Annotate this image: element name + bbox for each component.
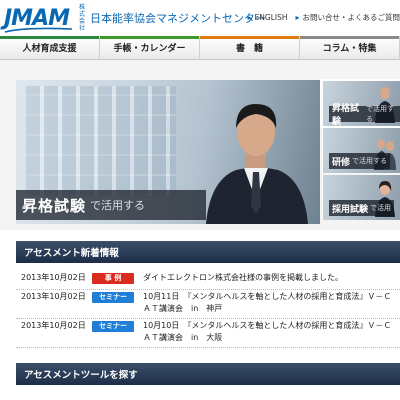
- arrow-right-icon: ▸: [247, 13, 252, 22]
- news-item[interactable]: 2013年10月02日 セミナー 10月11日 『メンタルヘルスを軸とした人材の…: [16, 291, 400, 319]
- hero-tile-promotion-exam[interactable]: 昇格試験 で活用する: [320, 79, 400, 128]
- hero-tile-light: で活用する: [352, 157, 388, 165]
- nav-tab-accent: [100, 36, 199, 39]
- hero-tile-caption: 研修 で活用する: [329, 153, 391, 169]
- news-category-badge: セミナー: [92, 321, 134, 332]
- news-link[interactable]: ダイトエレクトロン株式会社様の事例を掲載しました。: [134, 272, 400, 289]
- nav-tab-columns-features[interactable]: コラム・特集: [300, 36, 400, 60]
- hero-tile-training[interactable]: 研修 で活用する: [322, 128, 400, 173]
- businessman-image: [206, 104, 308, 224]
- nav-tab-accent: [300, 36, 399, 39]
- section-header-assessment-news: アセスメント新着情報: [16, 241, 400, 263]
- utility-link-label: お問い合せ・よくあるご質問: [302, 13, 400, 22]
- news-item[interactable]: 2013年10月02日 セミナー 10月10日 『メンタルヘルスを軸とした人材の…: [16, 320, 400, 348]
- news-date: 2013年10月02日: [21, 292, 86, 301]
- utility-link-contact[interactable]: ▸ お問い合せ・よくあるご質問: [295, 12, 400, 23]
- news-category-badge: 事 例: [92, 273, 134, 284]
- nav-tab-label: 書 籍: [235, 44, 263, 54]
- section-title: アセスメント新着情報: [24, 248, 119, 259]
- hero-tile-caption: 昇格試験 で活用する: [329, 104, 400, 126]
- hero-tile-light: で活用: [370, 204, 392, 212]
- hero-tile-strong: 採用試験: [332, 204, 369, 215]
- nav-tab-accent: [200, 36, 299, 39]
- nav-tab-label: 人材育成支援: [22, 44, 77, 54]
- utility-link-english[interactable]: ▸ ENGLISH: [248, 13, 288, 22]
- arrow-right-icon: ▸: [295, 13, 300, 22]
- news-link[interactable]: 10月11日 『メンタルヘルスを軸とした人材の採用と育成法』Ｖ－ＣＡＴ講演会 i…: [134, 291, 400, 318]
- global-nav: 人材育成支援 手帳・カレンダー 書 籍 コラム・特集: [0, 36, 400, 60]
- news-date: 2013年10月02日: [21, 321, 86, 330]
- nav-tab-label: 手帳・カレンダー: [113, 44, 186, 54]
- news-date: 2013年10月02日: [21, 273, 86, 282]
- utility-links: ▸ ENGLISH ▸ お問い合せ・よくあるご質問: [240, 12, 400, 23]
- nav-tab-accent: [0, 36, 99, 39]
- hero-tile-caption: 採用試験 で活用: [329, 200, 395, 216]
- utility-link-label: ENGLISH: [254, 13, 288, 22]
- hero-tile-strong: 昇格試験: [332, 104, 360, 126]
- nav-tab-books[interactable]: 書 籍: [200, 36, 300, 60]
- nav-tab-planners-calendars[interactable]: 手帳・カレンダー: [100, 36, 200, 60]
- hero-caption-light: で活用する: [90, 199, 146, 212]
- hero-tile-recruitment-exam[interactable]: 採用試験 で活用: [322, 175, 400, 220]
- hero-caption-strong: 昇格試験: [22, 196, 87, 215]
- jmam-logo[interactable]: JMAM 株式会社 日本能率協会マネジメントセンター: [4, 4, 266, 33]
- news-item[interactable]: 2013年10月02日 事 例 ダイトエレクトロン株式会社様の事例を掲載しました…: [16, 272, 400, 290]
- logo-corp-label: 株式会社: [78, 4, 85, 32]
- hero-tile-strong: 研修: [332, 157, 351, 168]
- hero-tile-light: で活用する: [365, 105, 394, 123]
- section-header-find-assessment-tools: アセスメントツールを探す: [16, 363, 400, 385]
- nav-tab-talent-development[interactable]: 人材育成支援: [0, 36, 100, 60]
- news-category-badge: セミナー: [92, 292, 134, 303]
- office-building-image: [26, 86, 176, 196]
- section-title: アセスメントツールを探す: [24, 370, 138, 381]
- news-link[interactable]: 10月10日 『メンタルヘルスを軸とした人材の採用と育成法』Ｖ－ＣＡＴ講演会 i…: [134, 320, 400, 347]
- logo-swoosh-icon: [4, 27, 73, 33]
- site-header: JMAM 株式会社 日本能率協会マネジメントセンター ▸ ENGLISH ▸ お…: [0, 0, 400, 36]
- nav-tab-label: コラム・特集: [322, 44, 377, 54]
- hero-caption: 昇格試験 で活用する: [16, 190, 206, 220]
